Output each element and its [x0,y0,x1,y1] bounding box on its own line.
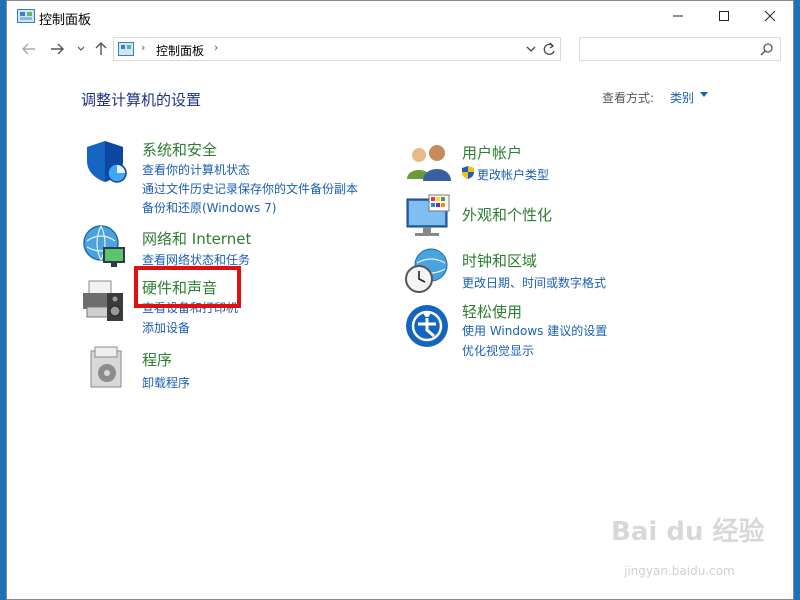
refresh-icon[interactable] [542,40,556,58]
forward-button[interactable] [47,39,67,59]
minimize-button[interactable] [655,1,701,31]
recent-locations-button[interactable] [71,39,91,59]
users-icon[interactable] [405,139,453,187]
up-button[interactable] [91,39,111,59]
link-windows-recommended-settings[interactable]: 使用 Windows 建议的设置 [462,322,607,339]
arrow-right-icon [51,43,64,55]
category-network-internet[interactable]: 网络和 Internet [142,228,251,249]
watermark-url: jingyan.baidu.com [624,564,735,578]
link-view-computer-status[interactable]: 查看你的计算机状态 [142,161,250,178]
link-backup-restore[interactable]: 备份和还原(Windows 7) [142,199,276,216]
window-title: 控制面板 [39,13,92,28]
category-ease-of-access[interactable]: 轻松使用 [462,301,522,322]
printer-speaker-icon[interactable] [81,277,129,325]
programs-icon[interactable] [87,345,135,393]
category-user-accounts[interactable]: 用户帐户 [462,142,522,163]
close-button[interactable] [747,1,793,31]
category-appearance-personalization[interactable]: 外观和个性化 [462,204,552,225]
link-optimize-visual-display[interactable]: 优化视觉显示 [462,342,534,359]
monitor-palette-icon[interactable] [405,193,453,241]
control-panel-icon [17,9,35,23]
view-by-dropdown[interactable]: 类别 [670,89,694,106]
category-programs[interactable]: 程序 [142,349,172,370]
category-system-security[interactable]: 系统和安全 [142,139,217,160]
search-icon [760,43,773,56]
breadcrumb-control-panel[interactable]: 控制面板 [156,42,204,59]
back-button[interactable] [19,39,39,59]
red-highlight-box [134,266,241,308]
ease-of-access-icon[interactable] [404,303,452,351]
chevron-right-icon: › [141,41,146,54]
control-panel-window: 控制面板 › 控制面板 › 调整计算机的设置 查看方式: 类别 系统和安全 查看… [6,0,794,600]
link-change-date-time-format[interactable]: 更改日期、时间或数字格式 [462,274,606,291]
search-input[interactable] [579,37,781,61]
dropdown-arrow-icon[interactable] [700,92,708,98]
navigation-bar: › 控制面板 › [7,35,793,63]
link-add-device[interactable]: 添加设备 [142,319,190,336]
maximize-icon [719,11,729,21]
control-panel-icon [118,42,134,56]
address-bar[interactable]: › 控制面板 › [113,37,561,61]
title-bar: 控制面板 [7,1,793,33]
chevron-down-icon [77,46,85,51]
network-globe-icon[interactable] [81,223,129,271]
chevron-down-icon[interactable] [526,41,536,57]
arrow-left-icon [22,43,35,55]
chevron-right-icon[interactable]: › [214,41,218,54]
link-uninstall-program[interactable]: 卸载程序 [142,374,190,391]
close-icon [764,10,776,22]
uac-shield-icon [462,166,474,179]
maximize-button[interactable] [701,1,747,31]
page-title: 调整计算机的设置 [81,91,202,109]
category-clock-region[interactable]: 时钟和区域 [462,250,537,271]
watermark-logo: Bai du 经验 [611,517,765,547]
shield-icon[interactable] [83,137,131,185]
arrow-up-icon [95,42,107,55]
link-file-history-backup[interactable]: 通过文件历史记录保存你的文件备份副本 [142,180,358,197]
clock-globe-icon[interactable] [403,247,451,295]
minimize-icon [673,15,683,17]
view-by-label: 查看方式: [602,91,655,105]
link-change-account-type[interactable]: 更改帐户类型 [477,166,549,183]
